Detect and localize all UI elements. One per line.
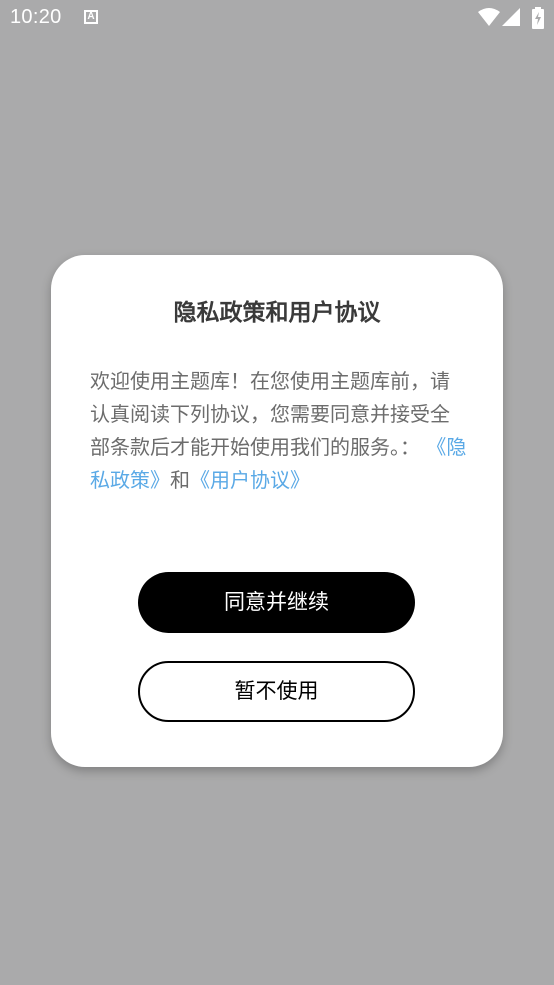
wifi-icon	[478, 8, 500, 26]
decline-button[interactable]: 暂不使用	[138, 661, 415, 722]
status-time: 10:20	[10, 6, 62, 28]
dialog-body: 欢迎使用主题库！在您使用主题库前，请认真阅读下列协议，您需要同意并接受全部条款后…	[90, 365, 468, 497]
status-bar: 10:20 A	[0, 0, 554, 38]
agree-continue-button[interactable]: 同意并继续	[138, 572, 415, 633]
a-icon: A	[84, 10, 98, 24]
dialog-title: 隐私政策和用户协议	[173, 300, 381, 326]
dialog-body-text: 欢迎使用主题库！在您使用主题库前，请认真阅读下列协议，您需要同意并接受全部条款后…	[90, 369, 450, 459]
cell-signal-icon	[502, 8, 520, 26]
conjunction-text: 和	[170, 468, 190, 492]
user-agreement-link[interactable]: 《用户协议》	[190, 468, 310, 492]
privacy-dialog: 隐私政策和用户协议 欢迎使用主题库！在您使用主题库前，请认真阅读下列协议，您需要…	[51, 255, 503, 767]
battery-charging-icon	[532, 7, 544, 29]
